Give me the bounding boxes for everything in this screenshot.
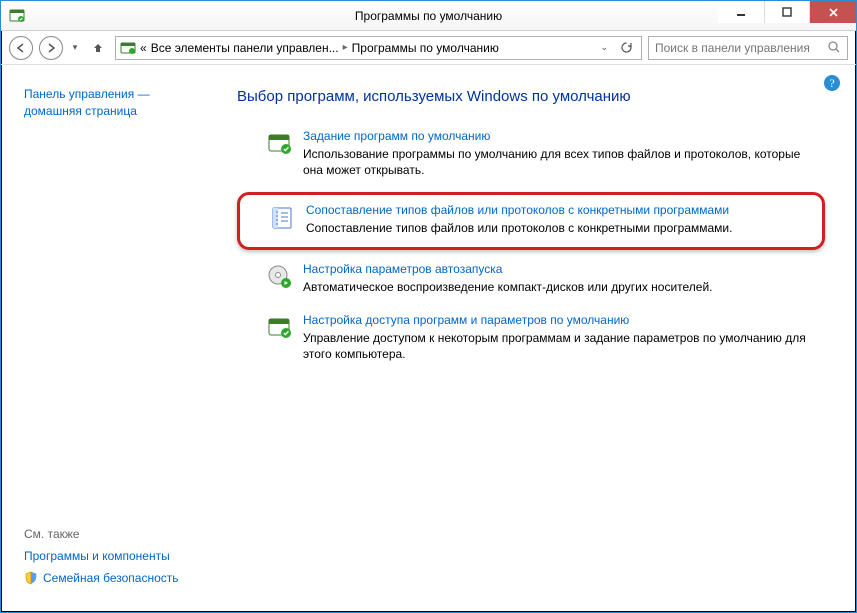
window-icon bbox=[9, 8, 25, 24]
address-bar: ▾ « Все элементы панели управлен... ▸ Пр… bbox=[1, 31, 856, 65]
option-autoplay-settings: Настройка параметров автозапуска Автомат… bbox=[237, 256, 825, 305]
breadcrumb-bar[interactable]: « Все элементы панели управлен... ▸ Прог… bbox=[115, 36, 642, 60]
sidebar: Панель управления — домашняя страница См… bbox=[2, 66, 227, 611]
close-button[interactable] bbox=[810, 1, 856, 23]
option-title-1[interactable]: Задание программ по умолчанию bbox=[303, 129, 815, 143]
breadcrumb-item-2[interactable]: Программы по умолчанию bbox=[352, 41, 499, 55]
content-area: Панель управления — домашняя страница См… bbox=[2, 66, 855, 611]
option-title-2[interactable]: Сопоставление типов файлов или протоколо… bbox=[306, 203, 812, 217]
programs-components-link[interactable]: Программы и компоненты bbox=[24, 549, 217, 563]
family-safety-text: Семейная безопасность bbox=[43, 571, 179, 585]
option-desc-4: Управление доступом к некоторым программ… bbox=[303, 330, 815, 362]
titlebar: Программы по умолчанию bbox=[1, 1, 856, 31]
home-link-line2: домашняя страница bbox=[24, 103, 217, 120]
see-also-label: См. также bbox=[24, 527, 217, 541]
main-panel: ? Выбор программ, используемых Windows п… bbox=[227, 66, 855, 611]
family-safety-link[interactable]: Семейная безопасность bbox=[24, 571, 217, 585]
chevron-right-icon: ▸ bbox=[343, 42, 348, 53]
breadcrumb-prefix[interactable]: « bbox=[140, 41, 147, 55]
option-program-access: Настройка доступа программ и параметров … bbox=[237, 307, 825, 372]
search-input[interactable] bbox=[655, 41, 824, 55]
search-icon bbox=[828, 41, 841, 54]
option-title-4[interactable]: Настройка доступа программ и параметров … bbox=[303, 313, 815, 327]
program-access-icon bbox=[267, 315, 293, 341]
breadcrumb-item-1[interactable]: Все элементы панели управлен... bbox=[151, 41, 339, 55]
page-heading: Выбор программ, используемых Windows по … bbox=[237, 88, 825, 105]
forward-button[interactable] bbox=[39, 36, 63, 60]
option-set-default-programs: Задание программ по умолчанию Использова… bbox=[237, 123, 825, 188]
window-controls bbox=[718, 1, 856, 23]
shield-icon bbox=[24, 571, 38, 585]
search-box[interactable] bbox=[648, 36, 848, 60]
svg-text:?: ? bbox=[829, 76, 834, 90]
associate-icon bbox=[270, 205, 296, 231]
control-panel-icon bbox=[120, 40, 136, 56]
back-button[interactable] bbox=[9, 36, 33, 60]
option-associate-file-types: Сопоставление типов файлов или протоколо… bbox=[237, 192, 825, 249]
breadcrumb-dropdown[interactable]: ⌄ bbox=[596, 42, 612, 53]
minimize-button[interactable] bbox=[718, 1, 764, 23]
maximize-button[interactable] bbox=[764, 1, 810, 23]
default-programs-icon bbox=[267, 131, 293, 157]
autoplay-icon bbox=[267, 264, 293, 290]
option-desc-2: Сопоставление типов файлов или протоколо… bbox=[306, 220, 812, 236]
refresh-button[interactable] bbox=[616, 41, 637, 54]
sidebar-see-also: См. также Программы и компоненты Семейна… bbox=[24, 527, 217, 593]
option-title-3[interactable]: Настройка параметров автозапуска bbox=[303, 262, 815, 276]
window-root: Программы по умолчанию ▾ bbox=[0, 0, 857, 613]
home-link-line1: Панель управления — bbox=[24, 87, 150, 101]
option-desc-3: Автоматическое воспроизведение компакт-д… bbox=[303, 279, 815, 295]
option-desc-1: Использование программы по умолчанию для… bbox=[303, 146, 815, 178]
programs-components-text: Программы и компоненты bbox=[24, 549, 170, 563]
help-icon[interactable]: ? bbox=[823, 74, 841, 92]
up-button[interactable] bbox=[87, 37, 109, 59]
control-panel-home-link[interactable]: Панель управления — домашняя страница bbox=[24, 86, 217, 120]
recent-dropdown[interactable]: ▾ bbox=[69, 42, 81, 53]
